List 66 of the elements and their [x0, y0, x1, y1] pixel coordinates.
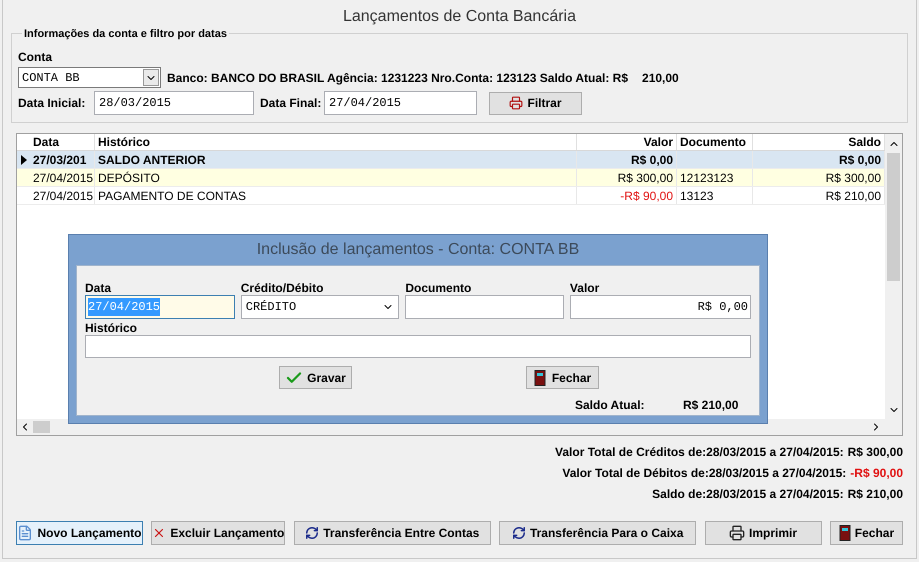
- table-row[interactable]: 27/04/2015 PAGAMENTO DE CONTAS -R$ 90,00 13123 R$ 210,00: [17, 187, 885, 205]
- table-row[interactable]: 27/04/2015 DEPÓSITO R$ 300,00 12123123 R$ 300,00: [17, 169, 885, 187]
- history-field[interactable]: [85, 335, 751, 358]
- account-dropdown[interactable]: CONTA BB: [18, 67, 161, 88]
- printer-icon: [509, 96, 524, 110]
- dialog-title: Inclusão de lançamentos - Conta: CONTA BB: [256, 240, 580, 260]
- group-legend: Informações da conta e filtro por datas: [22, 26, 229, 42]
- account-info: Banco: BANCO DO BRASIL Agência: 1231223 Nro.Conta: 123123 Saldo Atual: R$: [167, 70, 628, 86]
- save-button[interactable]: Gravar: [279, 366, 352, 389]
- total-value: R$ 210,00: [848, 486, 903, 503]
- field-label: Data: [85, 282, 112, 295]
- amount-field[interactable]: R$ 0,00: [570, 295, 752, 319]
- column-header[interactable]: Valor: [577, 134, 677, 150]
- document-field[interactable]: [405, 295, 564, 319]
- table-cell: 27/04/2015: [30, 169, 95, 186]
- start-date-label: Data Inicial:: [18, 95, 86, 112]
- column-header[interactable]: Documento: [677, 134, 753, 150]
- table-cell: R$ 300,00: [577, 169, 677, 186]
- account-balance: 210,00: [642, 70, 679, 86]
- close-button[interactable]: Fechar: [526, 366, 599, 389]
- table-row[interactable]: 27/03/201 SALDO ANTERIOR R$ 0,00 R$ 0,00: [17, 151, 885, 169]
- table-cell: 12123123: [677, 169, 753, 186]
- door-icon: [534, 370, 546, 386]
- refresh-icon: [512, 526, 526, 540]
- table-cell: PAGAMENTO DE CONTAS: [95, 187, 577, 204]
- field-label: Documento: [405, 282, 472, 295]
- type-dropdown[interactable]: CRÉDITO: [240, 295, 400, 319]
- vertical-scrollbar[interactable]: [885, 134, 902, 419]
- field-label: Crédito/Débito: [240, 282, 324, 295]
- document-icon: [17, 525, 34, 541]
- printer-icon: [729, 525, 746, 541]
- table-cell: 27/04/2015: [30, 187, 95, 204]
- total-value: R$ 300,00: [848, 444, 903, 461]
- window-title: Lançamentos de Conta Bancária: [342, 6, 576, 26]
- filter-button[interactable]: Filtrar: [489, 92, 582, 114]
- scrollbar-thumb[interactable]: [887, 153, 900, 281]
- account-label: Conta: [18, 50, 52, 64]
- end-date-field[interactable]: 27/04/2015: [324, 91, 477, 115]
- action-button[interactable]: Transferência Entre Contas: [294, 521, 491, 545]
- action-button[interactable]: Excluir Lançamento: [151, 521, 286, 545]
- table-cell: R$ 0,00: [577, 151, 677, 168]
- table-cell: 27/03/201: [30, 151, 95, 168]
- door-icon: [838, 525, 851, 541]
- column-header[interactable]: Histórico: [95, 134, 577, 150]
- table-cell: -R$ 90,00: [577, 187, 677, 204]
- total-label: Valor Total de Créditos de:28/03/2015 a 27/04/2015:: [555, 444, 844, 461]
- action-button[interactable]: Novo Lançamento: [16, 521, 143, 545]
- row-pointer-icon: [20, 154, 26, 164]
- field-label: Histórico: [85, 322, 138, 335]
- total-label: Valor Total de Débitos de:28/03/2015 a 27/04/2015:: [562, 465, 846, 482]
- scrollbar-thumb[interactable]: [33, 421, 50, 433]
- action-button[interactable]: Transferência Para o Caixa: [499, 521, 696, 545]
- total-value: -R$ 90,00: [850, 465, 903, 482]
- balance-value: R$ 210,00: [683, 397, 738, 414]
- balance-label: Saldo Atual:: [575, 397, 646, 414]
- table-cell: SALDO ANTERIOR: [95, 151, 577, 168]
- start-date-field[interactable]: 28/03/2015: [94, 91, 254, 115]
- table-cell: DEPÓSITO: [95, 169, 577, 186]
- end-date-label: Data Final:: [260, 95, 322, 112]
- refresh-icon: [305, 526, 320, 540]
- action-button[interactable]: Fechar: [830, 521, 903, 545]
- column-header[interactable]: Data: [30, 134, 95, 150]
- table-cell: 13123: [677, 187, 753, 204]
- field-label: Valor: [570, 282, 600, 295]
- total-label: Saldo de:28/03/2015 a 27/04/2015:: [652, 486, 844, 503]
- action-button[interactable]: Imprimir: [704, 521, 822, 545]
